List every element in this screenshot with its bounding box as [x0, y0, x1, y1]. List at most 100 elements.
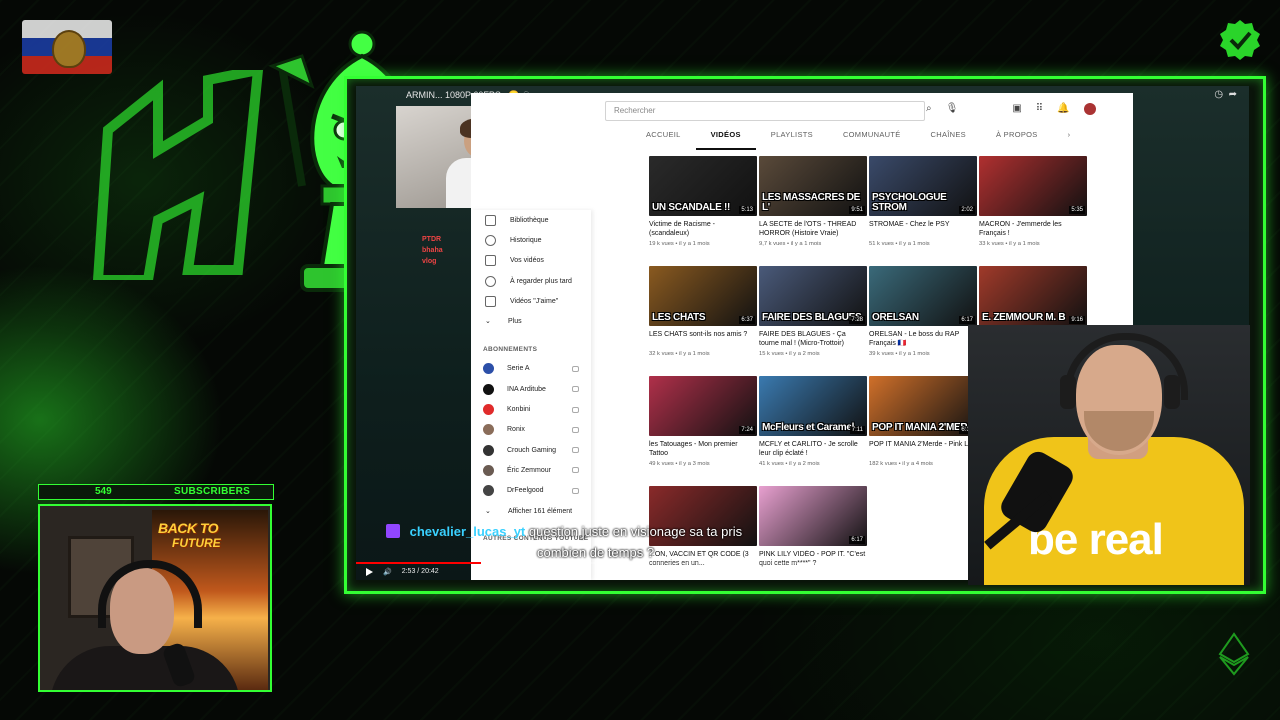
- video-title-text[interactable]: Victime de Racisme - (scandaleux): [649, 220, 757, 238]
- subscription-label: Éric Zemmour: [507, 466, 551, 474]
- menu-item-videos-jaime[interactable]: Vidéos "J'aime": [471, 291, 591, 311]
- tabs-next-chevron-icon[interactable]: ›: [1053, 126, 1086, 150]
- video-duration: 9:51: [849, 206, 865, 214]
- menu-item-bibliotheque[interactable]: Bibliothèque: [471, 210, 591, 230]
- microphone-icon[interactable]: 🎙: [946, 103, 959, 115]
- tab-accueil[interactable]: ACCUEIL: [631, 126, 696, 150]
- menu-item-vos-videos[interactable]: Vos vidéos: [471, 251, 591, 271]
- video-duration: 2:02: [959, 206, 975, 214]
- video-card[interactable]: LES MASSACRES DE L' 9:51 LA SECTE de l'OTS…: [759, 156, 867, 247]
- video-title-text[interactable]: MCFLY et CARLITO - Je scrolle leur clip …: [759, 440, 867, 458]
- thumbnail-caption: POP IT MANIA 2'MER: [872, 422, 968, 433]
- watch-later-icon: [485, 275, 496, 287]
- video-card[interactable]: PSYCHOLOGUE STROM 2:02 STROMAE - Chez le P…: [869, 156, 977, 247]
- menu-item-plus[interactable]: ⌄ Plus: [471, 311, 591, 331]
- video-thumbnail[interactable]: LES CHATS 6:37: [649, 266, 757, 326]
- search-icon[interactable]: ⌕: [926, 103, 932, 115]
- video-title-text[interactable]: PINK LILY VIDÉO - POP IT. "C'est quoi ce…: [759, 550, 867, 568]
- menu-item-historique[interactable]: Historique: [471, 230, 591, 250]
- channel-avatar: [483, 464, 494, 476]
- live-indicator-icon: [572, 467, 579, 474]
- diamond-logo-icon: [1218, 632, 1250, 676]
- notifications-bell-icon[interactable]: 🔔: [1057, 103, 1069, 115]
- subscription-label: Serie A: [507, 365, 530, 373]
- video-duration: 7:11: [849, 426, 865, 434]
- video-thumbnail[interactable]: 6:17: [759, 486, 867, 546]
- thumbnail-caption: ORELSAN: [872, 312, 919, 323]
- video-meta: 19 k vues • il y a 1 mois: [649, 241, 710, 247]
- live-indicator-icon: [572, 365, 579, 372]
- tab-chaines[interactable]: CHAÎNES: [916, 126, 981, 150]
- video-title-text[interactable]: les Tatouages - Mon premier Tattoo: [649, 440, 757, 458]
- video-card[interactable]: LES CHATS 6:37 LES CHATS sont-ils nos amis…: [649, 266, 757, 357]
- video-thumbnail[interactable]: UN SCANDALE !! 5:13: [649, 156, 757, 216]
- chat-username: chevalier_lucas_yt: [409, 524, 526, 539]
- menu-item-regarder-plus-tard[interactable]: À regarder plus tard: [471, 271, 591, 291]
- video-card[interactable]: McFleurs et Caramel 7:11 MCFLY et CARLITO …: [759, 376, 867, 467]
- streamer-webcam: be real: [968, 325, 1250, 585]
- subscription-item[interactable]: Éric Zemmour: [471, 460, 591, 480]
- subscription-item[interactable]: DrFeelgood: [471, 481, 591, 501]
- video-card[interactable]: ORELSAN 6:17 ORELSAN - Le boss du RAP Fran…: [869, 266, 977, 357]
- subscription-label: Ronix: [507, 426, 525, 434]
- video-meta: 182 k vues • il y a 4 mois: [869, 461, 933, 467]
- channel-avatar: [483, 363, 494, 375]
- video-thumbnail[interactable]: POP IT MANIA 2'MER6:18: [869, 376, 977, 436]
- video-thumbnail[interactable]: LES MASSACRES DE L' 9:51: [759, 156, 867, 216]
- create-video-icon[interactable]: ▣: [1012, 103, 1021, 115]
- subscriber-label: SUBSCRIBERS: [174, 486, 251, 497]
- video-thumbnail[interactable]: PSYCHOLOGUE STROM 2:02: [869, 156, 977, 216]
- live-indicator-icon: [572, 487, 579, 494]
- video-thumbnail[interactable]: 7:24: [649, 376, 757, 436]
- video-thumbnail[interactable]: E. ZEMMOUR M. B 9:16: [979, 266, 1087, 326]
- video-card[interactable]: 6:17 PINK LILY VIDÉO - POP IT. "C'est quo…: [759, 486, 867, 571]
- thumbs-up-icon: [485, 295, 496, 307]
- video-thumbnail[interactable]: 5:35: [979, 156, 1087, 216]
- subscriptions-header: ABONNEMENTS: [483, 345, 538, 353]
- video-thumbnail[interactable]: ORELSAN 6:17: [869, 266, 977, 326]
- video-title-text[interactable]: FAIRE DES BLAGUES - Ça tourne mal ! (Mic…: [759, 330, 867, 348]
- video-title-text[interactable]: ORELSAN - Le boss du RAP Français 🇫🇷: [869, 330, 977, 348]
- chat-message-overlay: chevalier_lucas_yt question juste en vis…: [386, 524, 742, 560]
- video-duration: 6:17: [959, 316, 975, 324]
- subscription-item[interactable]: Serie A: [471, 359, 591, 379]
- history-icon: [485, 234, 496, 246]
- tab-communaute[interactable]: COMMUNAUTÉ: [828, 126, 916, 150]
- youtube-search-input[interactable]: Rechercher: [605, 101, 925, 121]
- live-indicator-icon: [572, 406, 579, 413]
- subscription-item[interactable]: Konbini: [471, 399, 591, 419]
- subscription-item[interactable]: INA Arditube: [471, 379, 591, 399]
- video-meta: 41 k vues • il y a 2 mois: [759, 461, 820, 467]
- video-thumbnail[interactable]: FAIRE DES BLAGUES 7:28: [759, 266, 867, 326]
- video-card[interactable]: 7:24 les Tatouages - Mon premier Tattoo 49…: [649, 376, 757, 467]
- tab-playlists[interactable]: PLAYLISTS: [756, 126, 828, 150]
- video-title-text[interactable]: LA SECTE de l'OTS - THREAD HORROR (Histo…: [759, 220, 867, 238]
- volume-icon[interactable]: 🔊: [383, 568, 392, 576]
- subscription-item[interactable]: Ronix: [471, 420, 591, 440]
- channel-avatar: [483, 424, 494, 436]
- account-avatar[interactable]: [1083, 103, 1096, 115]
- play-icon[interactable]: [366, 568, 373, 576]
- tab-videos[interactable]: VIDÉOS: [695, 126, 756, 150]
- video-thumbnail[interactable]: McFleurs et Caramel 7:11: [759, 376, 867, 436]
- video-title-text[interactable]: POP IT MANIA 2'Merde - Pink Lily: [869, 440, 977, 458]
- video-top-icons: ◷ ➦: [1214, 89, 1237, 100]
- video-duration: 7:28: [849, 316, 865, 324]
- video-title-text[interactable]: STROMAE - Chez le PSY: [869, 220, 977, 238]
- apps-grid-icon[interactable]: ⠿: [1036, 103, 1043, 115]
- tab-a-propos[interactable]: À PROPOS: [981, 126, 1053, 150]
- video-time: 2:53 / 20:42: [401, 568, 439, 575]
- video-card[interactable]: POP IT MANIA 2'MER6:18 POP IT MANIA 2'Mer…: [869, 376, 977, 467]
- video-card[interactable]: UN SCANDALE !! 5:13 Victime de Racisme - (…: [649, 156, 757, 247]
- video-title-text[interactable]: LES CHATS sont-ils nos amis ?: [649, 330, 757, 348]
- video-duration: 7:24: [739, 426, 755, 434]
- video-card[interactable]: FAIRE DES BLAGUES 7:28 FAIRE DES BLAGUES -…: [759, 266, 867, 357]
- subscription-item[interactable]: Crouch Gaming: [471, 440, 591, 460]
- video-title-text[interactable]: MACRON - J'emmerde les Français !: [979, 220, 1087, 238]
- video-card[interactable]: 5:35 MACRON - J'emmerde les Français ! 33 …: [979, 156, 1087, 247]
- show-more-subscriptions[interactable]: ⌄ Afficher 161 élément: [471, 501, 591, 521]
- video-meta: 33 k vues • il y a 1 mois: [979, 241, 1040, 247]
- clock-icon[interactable]: ◷: [1214, 89, 1223, 100]
- share-icon[interactable]: ➦: [1229, 89, 1237, 100]
- twitch-icon: [386, 524, 400, 538]
